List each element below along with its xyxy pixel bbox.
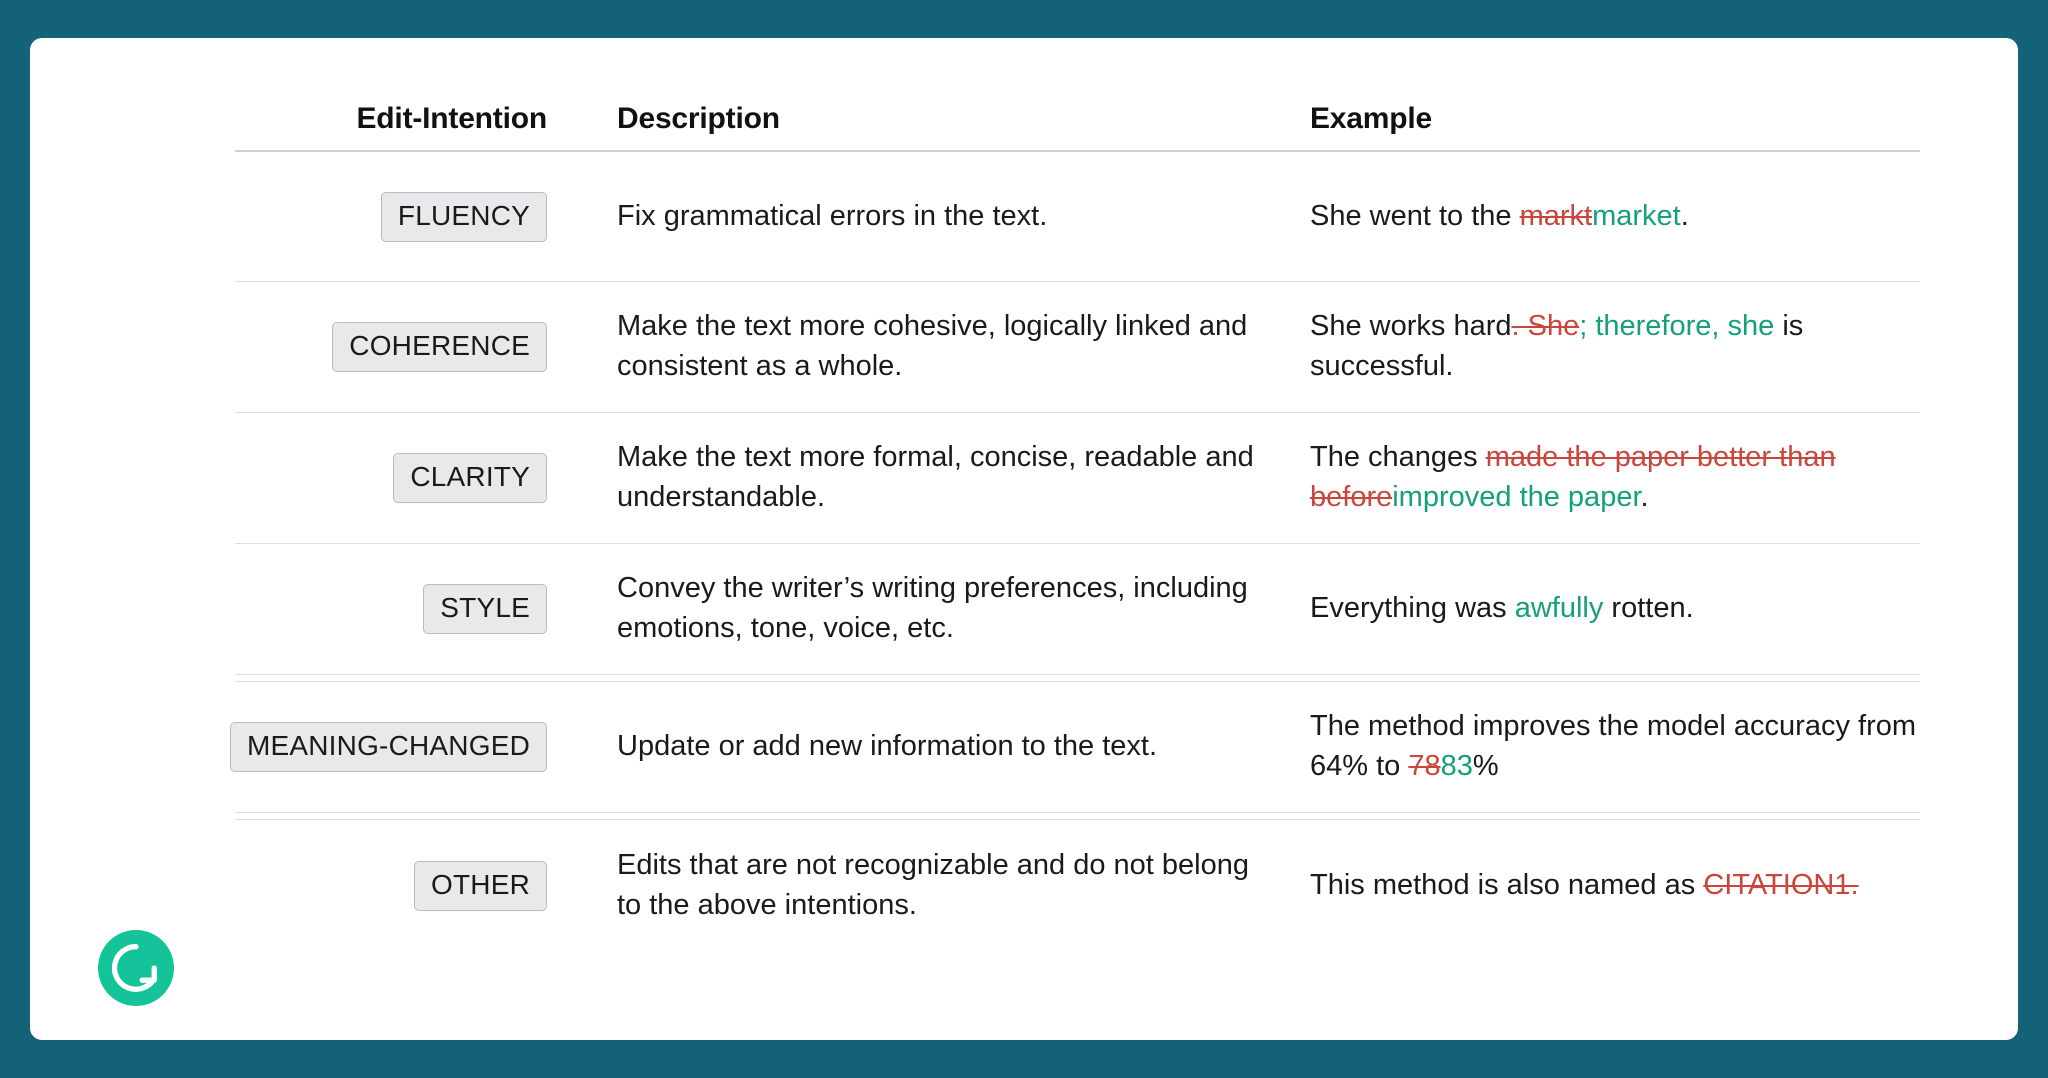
section-divider bbox=[235, 813, 1920, 820]
column-header-description: Description bbox=[617, 102, 780, 135]
deleted-text: 78 bbox=[1408, 750, 1441, 782]
intention-chip-meaning-changed[interactable]: MEANING-CHANGED bbox=[229, 722, 547, 772]
inserted-text: awfully bbox=[1514, 592, 1604, 625]
example-text: . bbox=[1640, 481, 1649, 513]
intention-tag-cell: STYLE bbox=[235, 584, 555, 634]
example-cell: She works hard. She; therefore, she is s… bbox=[1280, 307, 1920, 386]
section-divider bbox=[235, 675, 1920, 682]
table-row: OTHER Edits that are not recognizable an… bbox=[235, 820, 1920, 951]
intention-chip-fluency[interactable]: FLUENCY bbox=[380, 191, 547, 242]
example-cell: This method is also named as CITATION1. bbox=[1280, 866, 1920, 906]
deleted-text: CITATION1. bbox=[1703, 868, 1859, 901]
inserted-text: market bbox=[1592, 199, 1681, 232]
intention-chip-style[interactable]: STYLE bbox=[423, 584, 547, 634]
table-row: COHERENCE Make the text more cohesive, l… bbox=[235, 282, 1920, 413]
description-cell: Edits that are not recognizable and do n… bbox=[617, 848, 1250, 921]
example-text: She went to the bbox=[1310, 199, 1520, 232]
intention-tag-cell: FLUENCY bbox=[235, 191, 555, 242]
deleted-text: . She bbox=[1511, 310, 1580, 343]
example-text: She works hard bbox=[1310, 310, 1512, 343]
example-text: Everything was bbox=[1310, 592, 1515, 625]
example-text: rotten. bbox=[1603, 592, 1694, 625]
table-row: MEANING-CHANGED Update or add new inform… bbox=[229, 682, 1920, 813]
table-row: CLARITY Make the text more formal, conci… bbox=[235, 413, 1920, 544]
example-cell: The method improves the model accuracy f… bbox=[1280, 707, 1920, 786]
example-cell: Everything was awfully rotten. bbox=[1280, 589, 1920, 629]
grammarly-logo-icon bbox=[98, 930, 174, 1006]
example-text: . bbox=[1680, 199, 1689, 232]
intention-tag-cell: CLARITY bbox=[235, 453, 555, 503]
example-text: The changes bbox=[1310, 441, 1486, 474]
example-text: This method is also named as bbox=[1310, 868, 1704, 901]
edit-intention-table: Edit-Intention Description Example FLUEN… bbox=[229, 78, 1920, 951]
intention-tag-cell: COHERENCE bbox=[235, 322, 555, 372]
intention-chip-other[interactable]: OTHER bbox=[414, 860, 547, 911]
example-text: The method improves the model accuracy f… bbox=[1310, 710, 1917, 782]
example-cell: The changes made the paper better than b… bbox=[1280, 438, 1920, 517]
inserted-text: improved the paper bbox=[1392, 481, 1641, 513]
column-header-example: Example bbox=[1310, 102, 1432, 135]
deleted-text: markt bbox=[1519, 199, 1593, 232]
intention-tag-cell: OTHER bbox=[235, 860, 555, 911]
example-text: % bbox=[1472, 750, 1499, 782]
inserted-text: ; therefore, she bbox=[1579, 310, 1775, 343]
description-cell: Fix grammatical errors in the text. bbox=[617, 199, 1048, 232]
column-header-edit-intention: Edit-Intention bbox=[356, 102, 548, 135]
description-cell: Update or add new information to the tex… bbox=[617, 730, 1158, 763]
table-header-row: Edit-Intention Description Example bbox=[235, 78, 1920, 152]
example-cell: She went to the marktmarket. bbox=[1280, 197, 1920, 237]
intention-chip-coherence[interactable]: COHERENCE bbox=[332, 322, 547, 372]
description-cell: Convey the writer’s writing preferences,… bbox=[617, 572, 1248, 644]
table-row: FLUENCY Fix grammatical errors in the te… bbox=[235, 152, 1920, 282]
content-card: Edit-Intention Description Example FLUEN… bbox=[30, 38, 2018, 1040]
description-cell: Make the text more cohesive, logically l… bbox=[617, 310, 1248, 382]
intention-tag-cell: MEANING-CHANGED bbox=[229, 722, 555, 772]
table-row: STYLE Convey the writer’s writing prefer… bbox=[235, 544, 1920, 675]
intention-chip-clarity[interactable]: CLARITY bbox=[393, 453, 547, 503]
inserted-text: 83 bbox=[1440, 750, 1473, 782]
description-cell: Make the text more formal, concise, read… bbox=[617, 441, 1254, 513]
